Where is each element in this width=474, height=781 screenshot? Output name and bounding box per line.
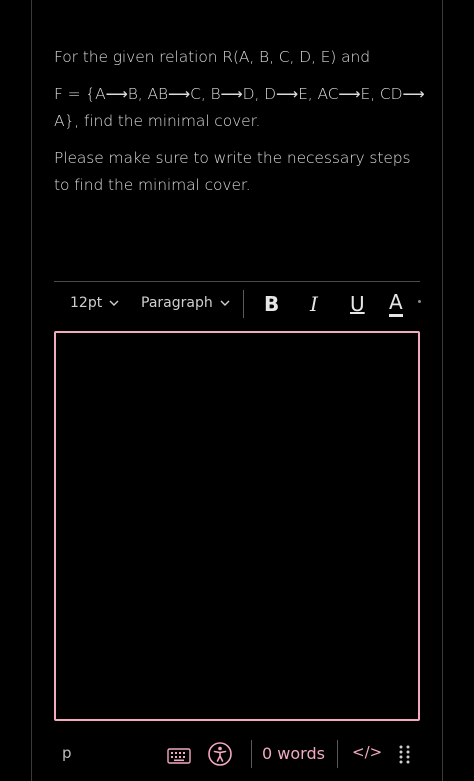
chevron-down-icon — [220, 300, 230, 306]
status-separator — [251, 740, 252, 768]
frame-border-left — [31, 0, 32, 781]
accessibility-icon[interactable] — [207, 741, 233, 767]
source-code-button[interactable]: </> — [352, 743, 382, 761]
frame-border-right — [442, 0, 443, 781]
word-count[interactable]: 0 words — [262, 744, 325, 763]
toolbar-divider — [54, 281, 420, 282]
question-line-dependencies: F = {A⟶B, AB⟶C, B⟶D, D⟶E, AC⟶E, CD⟶ A}, … — [54, 85, 425, 130]
editor-status-bar: p 0 words </> — [54, 736, 424, 772]
block-format-value: Paragraph — [141, 295, 213, 311]
underline-button[interactable]: U — [350, 290, 365, 318]
element-path[interactable]: p — [62, 744, 72, 762]
toolbar-separator — [243, 290, 244, 318]
question-line-relation: For the given relation R(A, B, C, D, E) … — [54, 48, 370, 66]
rich-text-editor[interactable] — [54, 331, 420, 721]
status-separator — [337, 740, 338, 768]
bold-button[interactable]: B — [264, 290, 279, 318]
block-format-select[interactable]: Paragraph — [141, 295, 231, 311]
question-text: For the given relation R(A, B, C, D, E) … — [54, 44, 429, 209]
editor-toolbar: 12pt Paragraph B I U A — [54, 286, 424, 322]
keyboard-icon[interactable] — [166, 744, 192, 766]
italic-button[interactable]: I — [310, 290, 318, 318]
font-size-value: 12pt — [70, 295, 103, 311]
font-size-select[interactable]: 12pt — [70, 295, 120, 311]
chevron-down-icon — [109, 300, 119, 306]
question-line-instructions: Please make sure to write the necessary … — [54, 149, 411, 194]
text-color-button[interactable]: A — [389, 290, 403, 317]
more-options-icon[interactable] — [418, 300, 421, 303]
resize-grip-icon[interactable] — [398, 744, 412, 766]
